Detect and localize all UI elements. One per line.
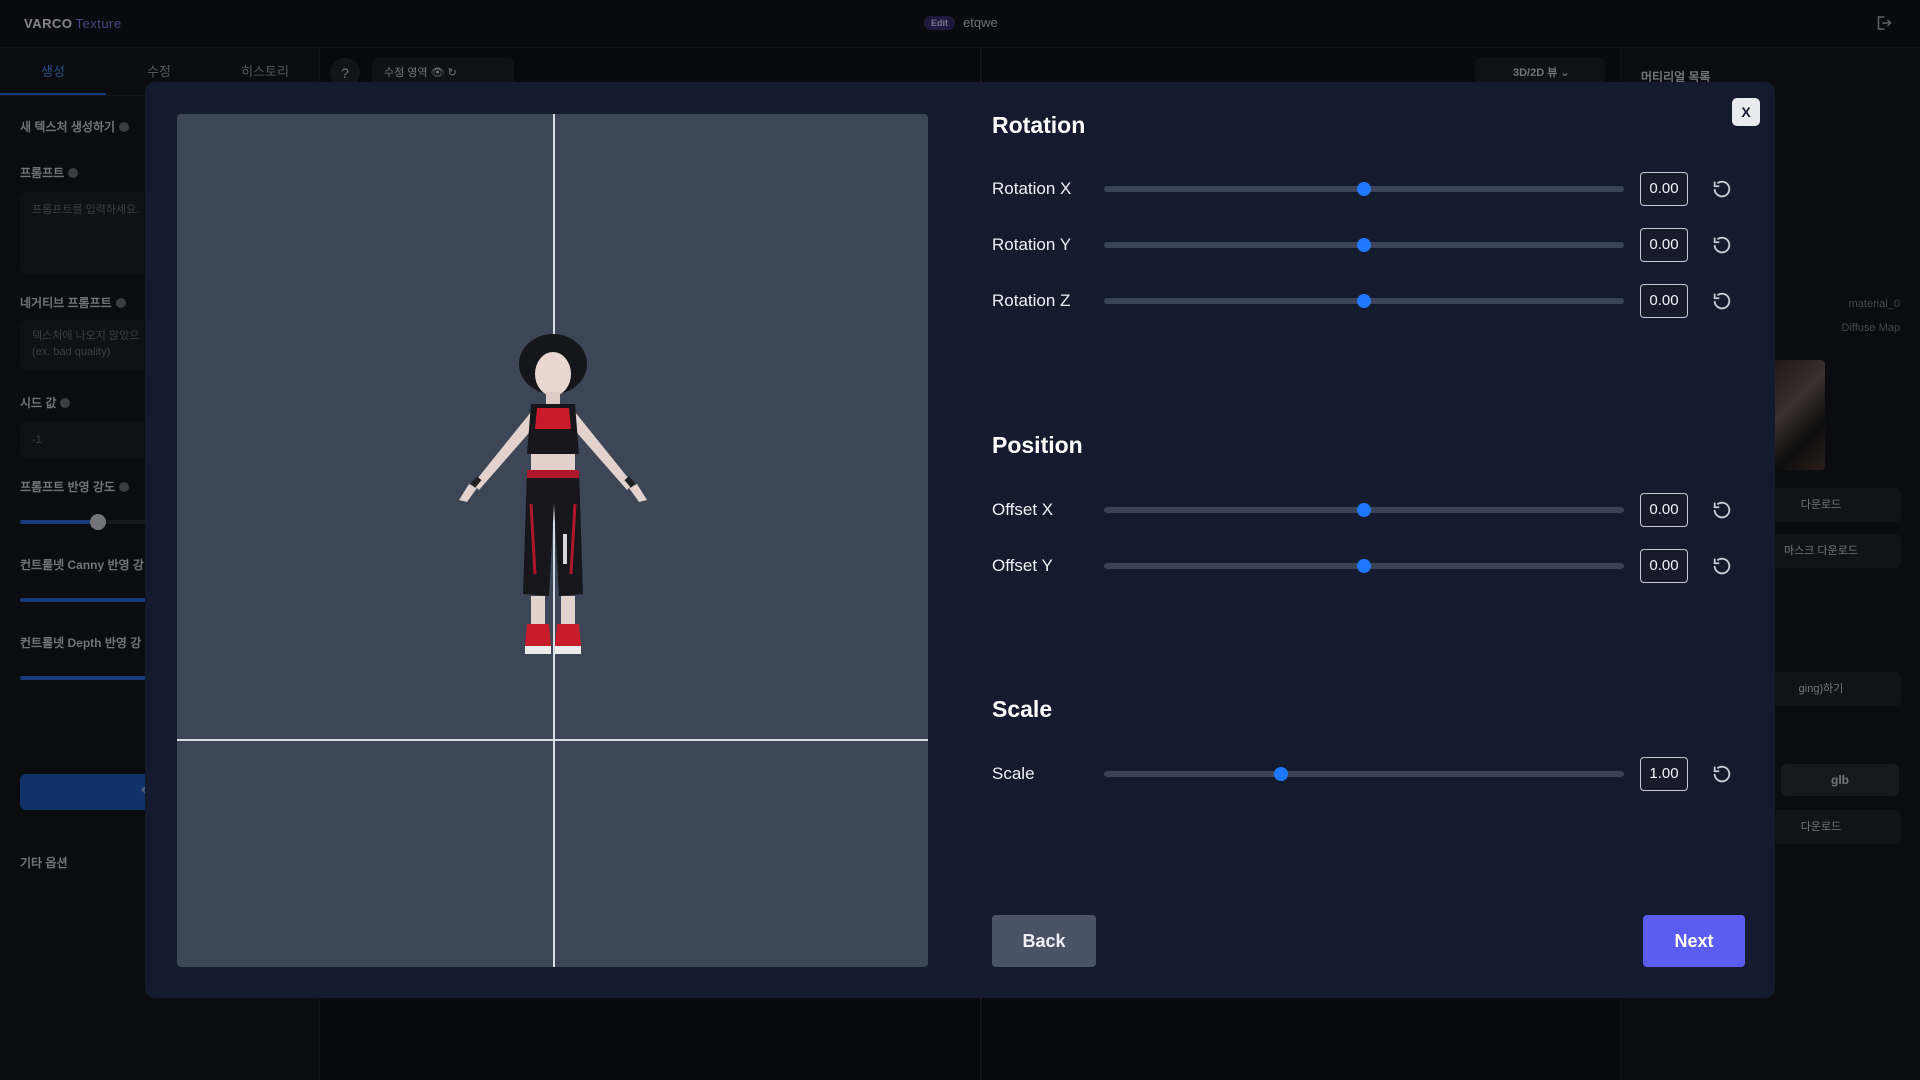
close-button[interactable]: X: [1732, 98, 1760, 126]
rotation-z-slider[interactable]: [1104, 294, 1624, 308]
scale-label: Scale: [992, 764, 1035, 783]
position-title: Position: [992, 432, 1083, 458]
character-model: [459, 334, 647, 654]
rotation-x-slider[interactable]: [1104, 182, 1624, 196]
model-preview[interactable]: [177, 114, 928, 967]
offset-y-slider[interactable]: [1104, 559, 1624, 573]
slider-knob[interactable]: [1357, 294, 1371, 308]
rotation-y-label: Rotation Y: [992, 235, 1072, 254]
slider-knob[interactable]: [1357, 559, 1371, 573]
rotation-z-label: Rotation Z: [992, 291, 1071, 310]
reset-icon[interactable]: [1711, 234, 1733, 256]
back-button[interactable]: Back: [992, 915, 1096, 967]
reset-icon[interactable]: [1711, 499, 1733, 521]
reset-icon[interactable]: [1711, 178, 1733, 200]
offset-x-label: Offset X: [992, 500, 1054, 519]
rotation-title: Rotation: [992, 112, 1086, 138]
reset-icon[interactable]: [1711, 555, 1733, 577]
slider-knob[interactable]: [1357, 182, 1371, 196]
rotation-x-label: Rotation X: [992, 179, 1072, 198]
reset-icon[interactable]: [1711, 290, 1733, 312]
next-button[interactable]: Next: [1643, 915, 1745, 967]
slider-knob[interactable]: [1273, 767, 1288, 781]
slider-knob[interactable]: [1357, 238, 1371, 252]
rotation-z-value[interactable]: 0.00: [1640, 284, 1688, 318]
offset-x-value[interactable]: 0.00: [1640, 493, 1688, 527]
scale-title: Scale: [992, 696, 1053, 722]
slider-knob[interactable]: [1357, 503, 1371, 517]
scale-value[interactable]: 1.00: [1640, 757, 1688, 791]
offset-x-slider[interactable]: [1104, 503, 1624, 517]
rotation-y-slider[interactable]: [1104, 238, 1624, 252]
rotation-x-value[interactable]: 0.00: [1640, 172, 1688, 206]
offset-y-value[interactable]: 0.00: [1640, 549, 1688, 583]
rotation-y-value[interactable]: 0.00: [1640, 228, 1688, 262]
offset-y-label: Offset Y: [992, 556, 1053, 575]
transform-modal: X Rotation Rotation X 0.00 Rotation Y 0.…: [145, 82, 1775, 998]
scale-slider[interactable]: [1104, 767, 1624, 781]
reset-icon[interactable]: [1711, 763, 1733, 785]
